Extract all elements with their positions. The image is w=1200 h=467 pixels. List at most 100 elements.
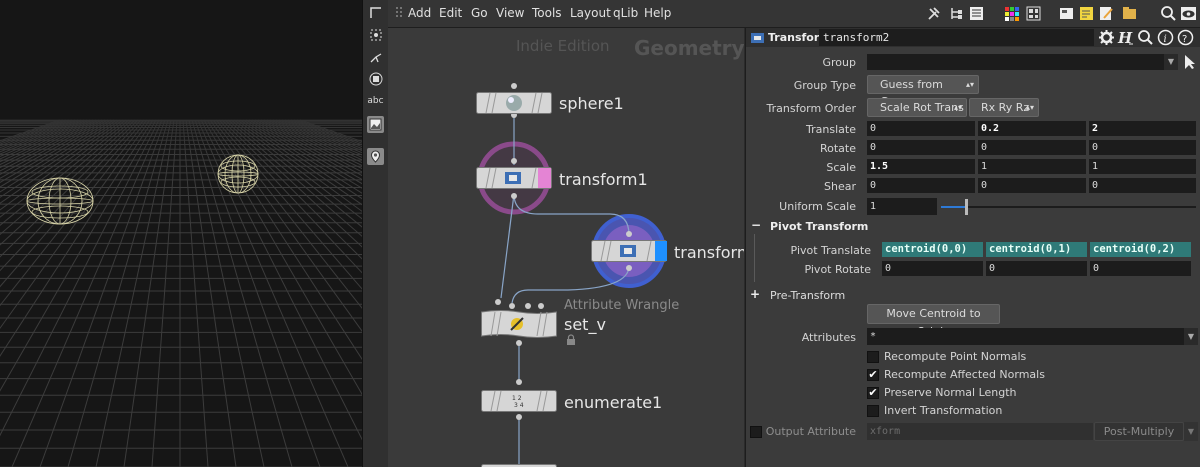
transform-type-icon xyxy=(751,33,764,43)
translate-x-field[interactable]: 0 xyxy=(867,121,975,136)
rotate-y-field[interactable]: 0 xyxy=(978,140,1086,155)
translate-label: Translate xyxy=(806,123,856,136)
translate-z-field[interactable]: 2 xyxy=(1089,121,1196,136)
menu-help[interactable]: Help xyxy=(644,6,671,20)
preserve-normal-length-checkbox[interactable]: ✔ xyxy=(867,387,879,399)
node-name-field[interactable]: transform2 xyxy=(819,29,1094,46)
text-tool[interactable]: abc xyxy=(367,92,384,109)
background-image-icon[interactable] xyxy=(367,116,384,133)
node-network-editor[interactable]: Indie Edition Geometry sphere1 transform… xyxy=(388,28,744,467)
uniform-scale-slider[interactable] xyxy=(941,206,1196,208)
recompute-affected-normals-checkbox[interactable]: ✔ xyxy=(867,369,879,381)
updown-icon: ▴▾ xyxy=(953,103,962,112)
output-attribute-label: Output Attribute xyxy=(765,425,856,438)
uniform-scale-slider-fill xyxy=(941,206,966,208)
transform-order-label: Transform Order xyxy=(766,102,856,115)
node-partial[interactable] xyxy=(481,462,557,467)
recompute-point-normals-checkbox[interactable] xyxy=(867,351,879,363)
attributes-label: Attributes xyxy=(801,331,856,344)
network-dot-icon[interactable] xyxy=(1121,5,1138,22)
shear-y-field[interactable]: 0 xyxy=(978,178,1086,193)
scale-y-field[interactable]: 1 xyxy=(978,159,1086,174)
node-transform1[interactable] xyxy=(476,167,552,192)
menu-tools[interactable]: Tools xyxy=(532,6,562,20)
pivot-rotate-y-field[interactable]: 0 xyxy=(986,261,1087,276)
group-field[interactable] xyxy=(867,54,1164,70)
invert-transformation-checkbox[interactable] xyxy=(867,405,879,417)
rotate-z-field[interactable]: 0 xyxy=(1089,140,1196,155)
pivot-translate-z-field[interactable]: centroid(0,2) xyxy=(1090,242,1191,257)
uniform-scale-slider-handle[interactable] xyxy=(965,199,968,215)
pivot-translate-y-field[interactable]: centroid(0,1) xyxy=(986,242,1087,257)
uniform-scale-field[interactable]: 1 xyxy=(867,198,937,215)
collapse-icon[interactable]: − xyxy=(751,218,761,232)
expand-icon[interactable]: + xyxy=(750,287,760,301)
group-dropdown-icon[interactable]: ▼ xyxy=(1164,54,1178,70)
translate-y-field[interactable]: 0.2 xyxy=(978,121,1086,136)
tree-view-icon[interactable] xyxy=(948,5,965,22)
group-type-menu[interactable]: Guess from Group ▴▾ xyxy=(867,75,979,108)
scale-z-field[interactable]: 1 xyxy=(1089,159,1196,174)
pose-tool-icon[interactable] xyxy=(367,48,384,65)
pivot-translate-x-field[interactable]: centroid(0,0) xyxy=(882,242,983,257)
info-icon[interactable]: i xyxy=(1157,29,1174,46)
rotation-order-value: Rx Ry Rz xyxy=(981,101,1030,114)
node-label-transform2: transform xyxy=(674,243,744,262)
rotate-x-field[interactable]: 0 xyxy=(867,140,975,155)
rotation-order-menu[interactable]: Rx Ry Rz ▴▾ xyxy=(969,98,1039,117)
network-menubar: Add Edit Go View Tools Layout qLib Help xyxy=(388,0,1200,28)
scene-viewport[interactable] xyxy=(0,0,362,467)
post-multiply-dropdown-icon[interactable]: ▼ xyxy=(1184,422,1198,441)
menu-handle-icon[interactable] xyxy=(394,6,406,20)
menu-view[interactable]: View xyxy=(496,6,524,20)
search-icon[interactable] xyxy=(1137,29,1154,46)
pin-icon[interactable] xyxy=(367,148,384,165)
enumerate-node-icon: 1 2 3 4 xyxy=(481,390,557,412)
scale-x-field[interactable]: 1.5 xyxy=(867,159,975,174)
select-arrow-icon[interactable] xyxy=(1182,54,1196,70)
pivot-section-title[interactable]: Pivot Transform xyxy=(770,220,868,233)
help-icon[interactable]: ? xyxy=(1177,29,1194,46)
eye-icon[interactable] xyxy=(1180,5,1197,22)
search-icon[interactable] xyxy=(1160,5,1177,22)
menu-add[interactable]: Add xyxy=(408,6,431,20)
edit-note-icon[interactable] xyxy=(1098,5,1115,22)
pretransform-section-title[interactable]: Pre-Transform xyxy=(770,289,845,302)
node-sphere1[interactable] xyxy=(476,92,552,117)
parameter-header: Transform transform2 H i ? xyxy=(746,28,1200,47)
shape-palette-icon[interactable] xyxy=(1025,5,1042,22)
attributes-field[interactable]: * xyxy=(867,328,1184,345)
menu-qlib[interactable]: qLib xyxy=(613,6,638,20)
post-multiply-menu[interactable]: Post-Multiply xyxy=(1094,422,1184,441)
recompute-point-normals-label: Recompute Point Normals xyxy=(884,350,1027,363)
color-palette-icon[interactable] xyxy=(1003,5,1020,22)
group-type-label: Group Type xyxy=(793,79,856,92)
menu-layout[interactable]: Layout xyxy=(570,6,611,20)
list-view-icon[interactable] xyxy=(968,5,985,22)
network-box-icon[interactable] xyxy=(1058,5,1075,22)
help-h-icon[interactable]: H xyxy=(1117,29,1134,46)
attributes-dropdown-icon[interactable]: ▼ xyxy=(1184,328,1198,345)
transform-handle-icon[interactable] xyxy=(367,26,384,43)
menu-edit[interactable]: Edit xyxy=(439,6,462,20)
pivot-rotate-x-field[interactable]: 0 xyxy=(882,261,983,276)
node-type-label-wrangle: Attribute Wrangle xyxy=(564,298,680,313)
output-attribute-field[interactable]: xform xyxy=(867,423,1093,440)
transform-order-menu[interactable]: Scale Rot Trans ▴▾ xyxy=(867,98,967,117)
lock-icon[interactable] xyxy=(566,334,576,345)
shear-x-field[interactable]: 0 xyxy=(867,178,975,193)
shear-z-field[interactable]: 0 xyxy=(1089,178,1196,193)
move-centroid-button[interactable]: Move Centroid to Origin xyxy=(867,304,1000,338)
menu-go[interactable]: Go xyxy=(471,6,488,20)
node-set-v[interactable] xyxy=(481,310,557,341)
gear-icon[interactable] xyxy=(1098,29,1115,46)
node-transform2[interactable] xyxy=(591,240,667,265)
svg-text:?: ? xyxy=(1182,34,1187,45)
sticky-note-icon[interactable] xyxy=(1078,5,1095,22)
node-enumerate1[interactable]: 1 2 3 4 xyxy=(481,390,557,415)
pivot-rotate-z-field[interactable]: 0 xyxy=(1090,261,1191,276)
invert-transformation-label: Invert Transformation xyxy=(884,404,1003,417)
wrench-icon[interactable] xyxy=(926,5,943,22)
display-options-icon[interactable] xyxy=(367,70,384,87)
select-tool-icon[interactable] xyxy=(367,4,384,21)
